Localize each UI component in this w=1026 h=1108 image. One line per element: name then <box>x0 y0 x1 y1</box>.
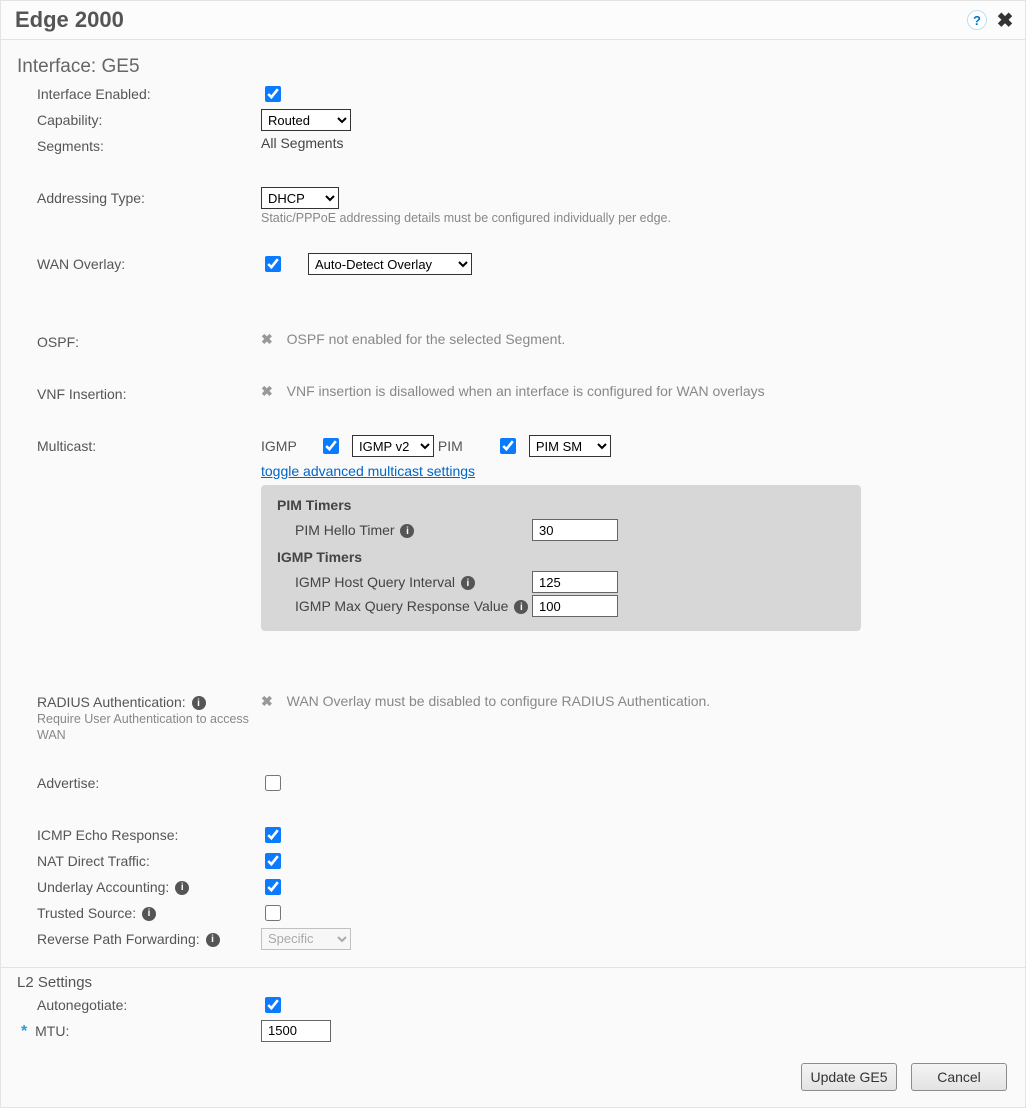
label-radius: RADIUS Authentication: <box>37 694 186 710</box>
pim-hello-input[interactable] <box>532 519 618 541</box>
mtu-input[interactable] <box>261 1020 331 1042</box>
segments-value: All Segments <box>261 135 343 151</box>
nat-direct-checkbox[interactable] <box>265 853 281 869</box>
wan-overlay-select[interactable]: Auto-Detect Overlay <box>308 253 472 275</box>
advanced-multicast-panel: PIM Timers PIM Hello Timer i IGMP Timers… <box>261 485 861 631</box>
label-icmp: ICMP Echo Response: <box>17 824 261 846</box>
help-button[interactable]: ? <box>967 10 987 30</box>
label-vnf: VNF Insertion: <box>17 383 261 405</box>
icmp-echo-checkbox[interactable] <box>265 827 281 843</box>
interface-heading: Interface: GE5 <box>17 56 1009 78</box>
label-autonegotiate: Autonegotiate: <box>17 994 261 1016</box>
radius-message: WAN Overlay must be disabled to configur… <box>287 693 711 709</box>
pim-mode-select[interactable]: PIM SM <box>529 435 611 457</box>
label-capability: Capability: <box>17 109 261 131</box>
wan-overlay-checkbox[interactable] <box>265 256 281 272</box>
disabled-icon: ✖ <box>261 331 273 347</box>
toggle-advanced-multicast-link[interactable]: toggle advanced multicast settings <box>261 463 475 479</box>
required-star-icon: * <box>21 1023 27 1040</box>
radius-sublabel: Require User Authentication to access WA… <box>37 711 257 744</box>
info-icon[interactable]: i <box>206 933 220 947</box>
label-ospf: OSPF: <box>17 331 261 353</box>
info-icon[interactable]: i <box>400 524 414 538</box>
label-underlay: Underlay Accounting: <box>37 879 169 895</box>
addressing-type-select[interactable]: DHCP <box>261 187 339 209</box>
interface-enabled-checkbox[interactable] <box>265 86 281 102</box>
igmp-checkbox[interactable] <box>323 438 339 454</box>
igmp-version-select[interactable]: IGMP v2 <box>352 435 434 457</box>
l2-heading: L2 Settings <box>17 974 1009 991</box>
close-icon[interactable]: ✖ <box>993 8 1017 32</box>
igmp-max-query-input[interactable] <box>532 595 618 617</box>
update-button[interactable]: Update GE5 <box>801 1063 897 1091</box>
igmp-max-query-label: IGMP Max Query Response Value <box>295 598 508 614</box>
rpf-select: Specific <box>261 928 351 950</box>
disabled-icon: ✖ <box>261 693 273 709</box>
label-segments: Segments: <box>17 135 261 157</box>
label-advertise: Advertise: <box>17 772 261 794</box>
label-nat: NAT Direct Traffic: <box>17 850 261 872</box>
advertise-checkbox[interactable] <box>265 775 281 791</box>
pim-label: PIM <box>438 438 486 454</box>
vnf-message: VNF insertion is disallowed when an inte… <box>287 383 765 399</box>
info-icon[interactable]: i <box>461 576 475 590</box>
igmp-timers-heading: IGMP Timers <box>277 549 845 565</box>
info-icon[interactable]: i <box>142 907 156 921</box>
disabled-icon: ✖ <box>261 383 273 399</box>
label-rpf: Reverse Path Forwarding: <box>37 931 200 947</box>
igmp-host-query-label: IGMP Host Query Interval <box>295 574 455 590</box>
cancel-button[interactable]: Cancel <box>911 1063 1007 1091</box>
trusted-source-checkbox[interactable] <box>265 905 281 921</box>
pim-timers-heading: PIM Timers <box>277 497 845 513</box>
label-trusted: Trusted Source: <box>37 905 136 921</box>
info-icon[interactable]: i <box>175 881 189 895</box>
label-multicast: Multicast: <box>17 435 261 457</box>
label-addressing: Addressing Type: <box>17 187 261 209</box>
pim-checkbox[interactable] <box>500 438 516 454</box>
info-icon[interactable]: i <box>192 696 206 710</box>
underlay-accounting-checkbox[interactable] <box>265 879 281 895</box>
addressing-note: Static/PPPoE addressing details must be … <box>261 211 1009 225</box>
dialog-title: Edge 2000 <box>15 7 124 33</box>
label-mtu: MTU: <box>35 1023 69 1039</box>
ospf-message: OSPF not enabled for the selected Segmen… <box>287 331 566 347</box>
autonegotiate-checkbox[interactable] <box>265 997 281 1013</box>
capability-select[interactable]: Routed <box>261 109 351 131</box>
label-wan-overlay: WAN Overlay: <box>17 253 261 275</box>
label-interface-enabled: Interface Enabled: <box>17 83 261 105</box>
pim-hello-label: PIM Hello Timer <box>295 522 395 538</box>
igmp-host-query-input[interactable] <box>532 571 618 593</box>
igmp-label: IGMP <box>261 438 309 454</box>
info-icon[interactable]: i <box>514 600 528 614</box>
